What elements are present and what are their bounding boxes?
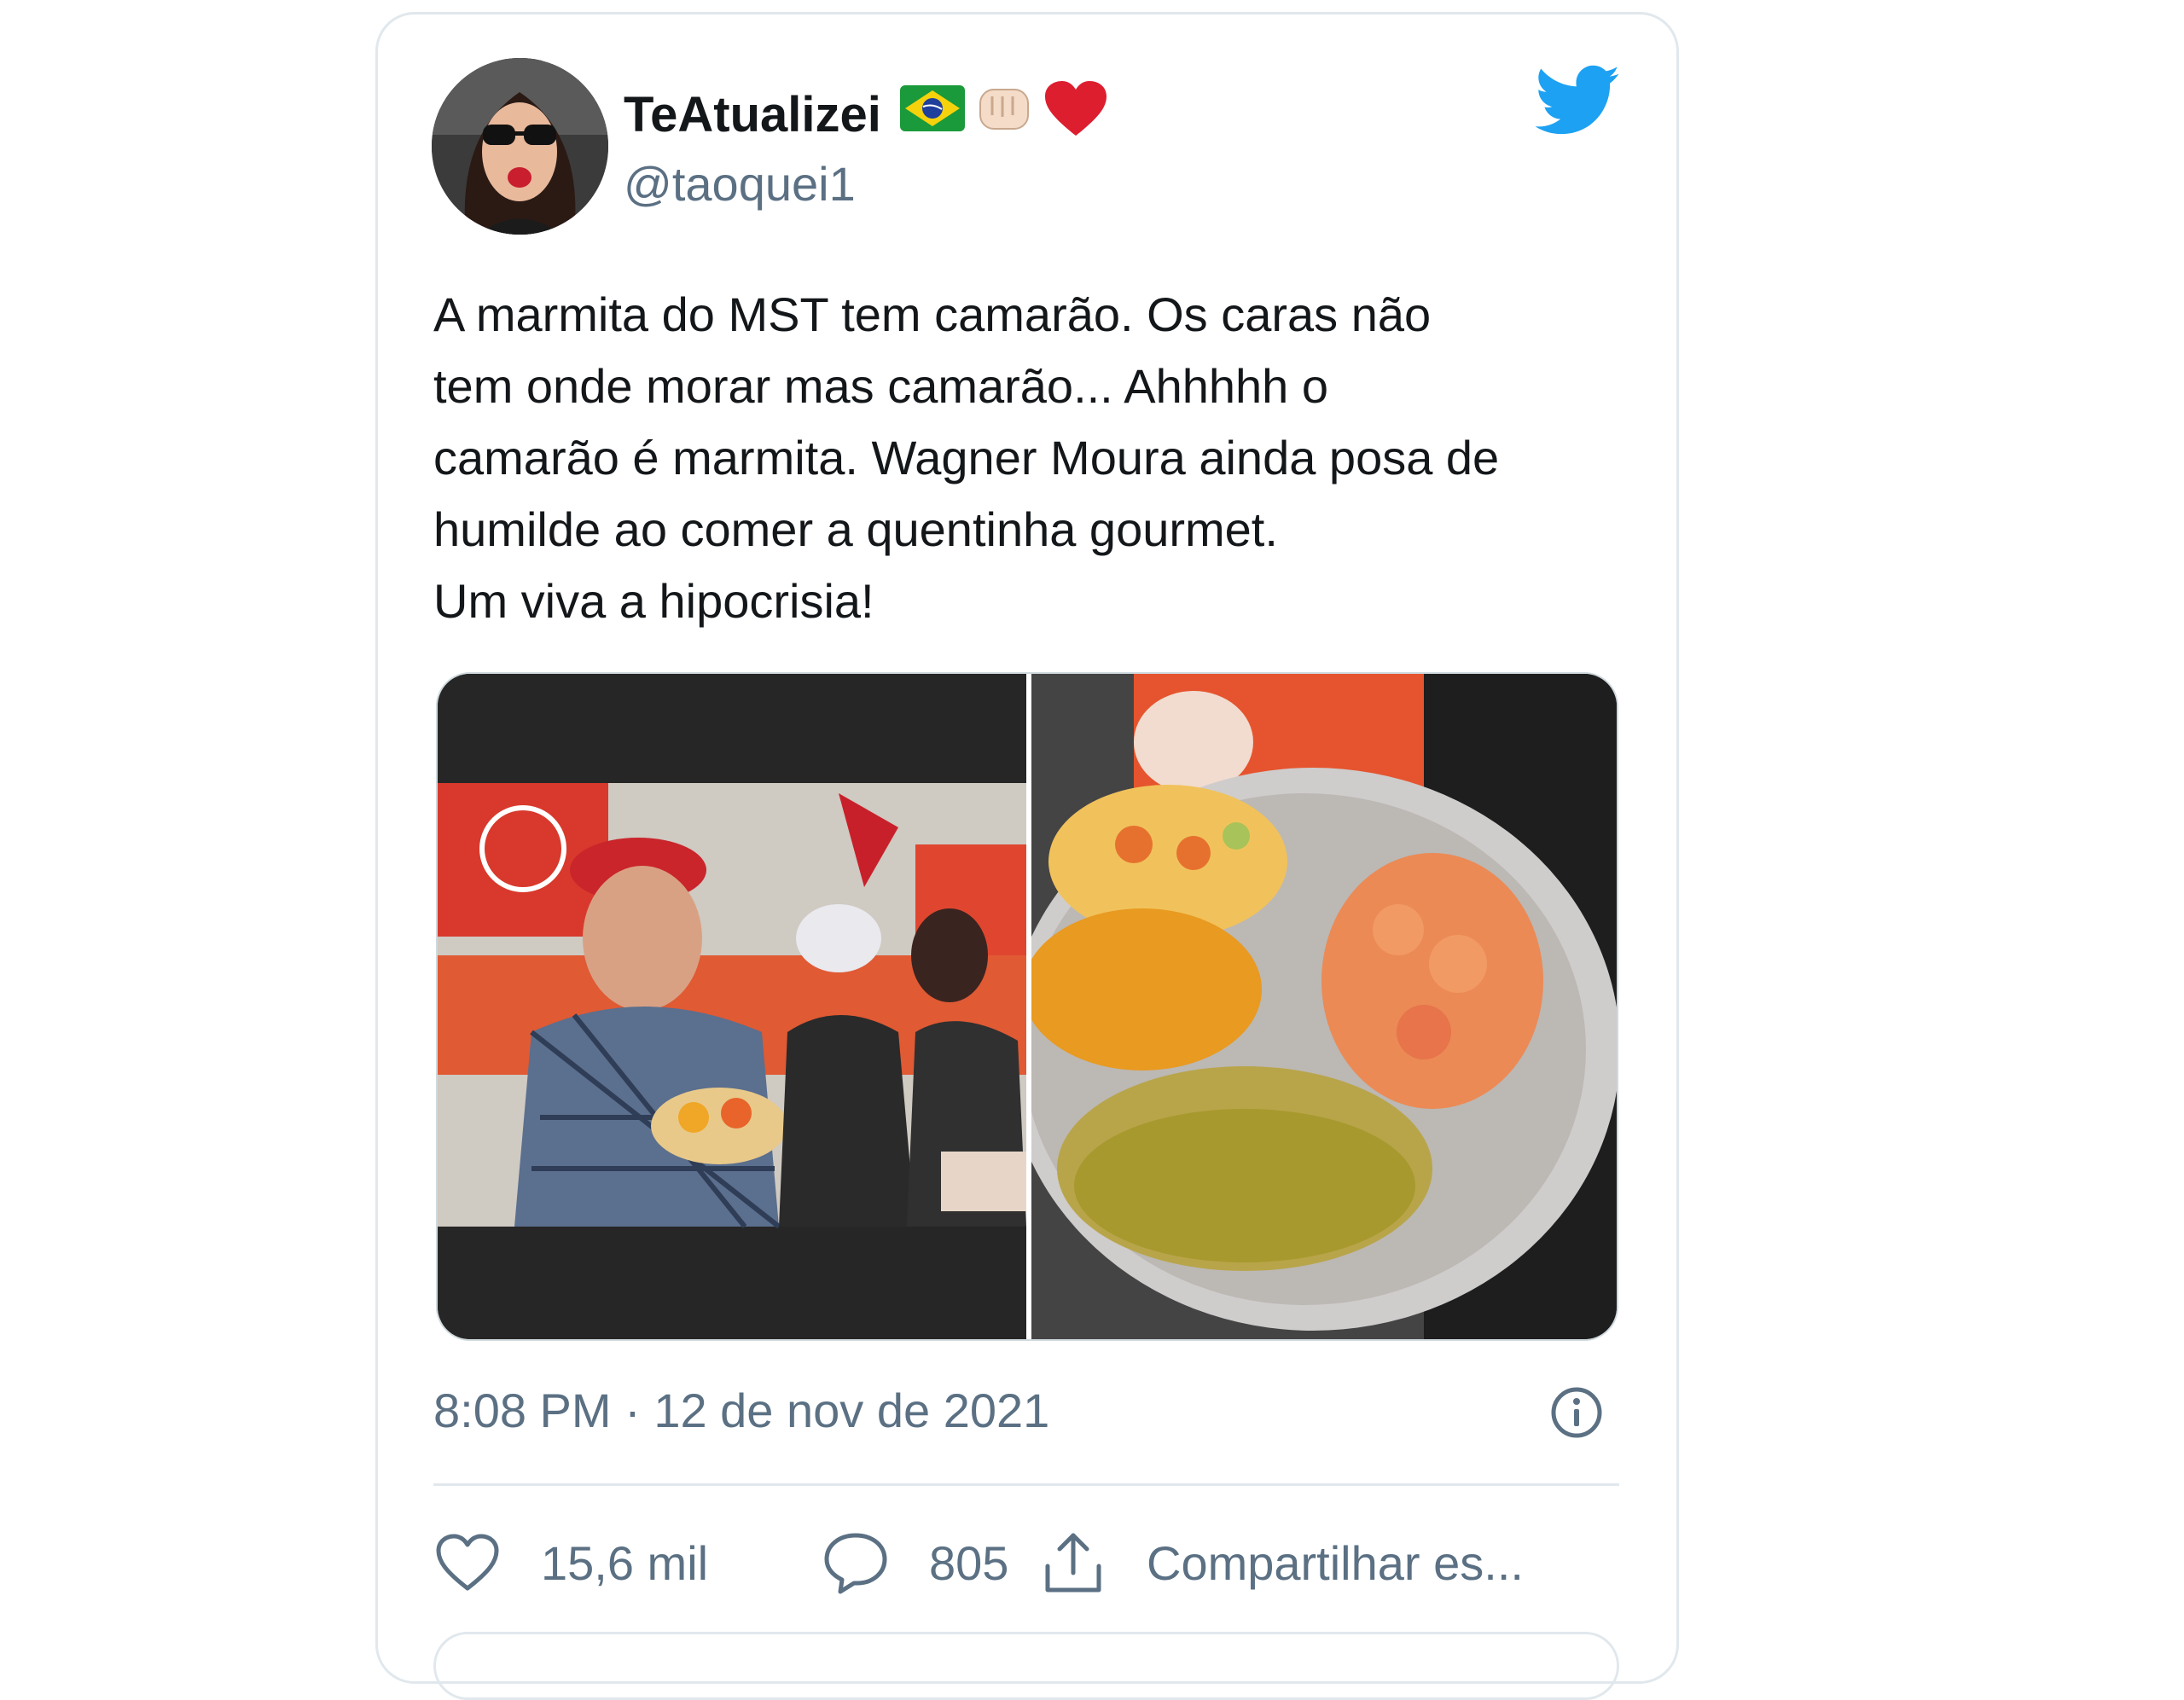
brazil-flag-icon [899,85,965,143]
media-photo-left[interactable] [438,674,1026,1339]
user-handle[interactable]: @taoquei1 [624,156,856,212]
like-count: 15,6 mil [541,1535,709,1590]
share-label: Compartilhar es... [1147,1535,1524,1590]
twitter-bird-icon[interactable] [1535,64,1621,137]
reply-button[interactable]: 805 [822,1524,1008,1601]
read-replies-button[interactable] [433,1632,1619,1700]
heart-icon [436,1534,499,1591]
tweet-text: A marmita do MST tem camarão. Os caras n… [433,279,1645,637]
info-icon[interactable] [1550,1386,1603,1439]
red-heart-icon [1043,79,1108,149]
tweet-text-line: humilde ao comer a quentinha gourmet. [433,502,1278,556]
raised-fist-icon [973,81,1035,148]
share-icon [1045,1533,1101,1593]
tweet-media[interactable] [436,672,1618,1341]
avatar[interactable] [432,58,608,235]
display-name-row[interactable]: TeAtualizei [624,79,1108,149]
tweet-text-line: A marmita do MST tem camarão. Os caras n… [433,287,1432,341]
divider [433,1483,1619,1486]
tweet-timestamp[interactable]: 8:08 PM · 12 de nov de 2021 [433,1383,1049,1438]
tweet-text-line: Um viva a hipocrisia! [433,574,874,628]
media-photo-right[interactable] [1006,674,1617,1339]
speech-bubble-icon [824,1533,887,1594]
tweet-text-line: camarão é marmita. Wagner Moura ainda po… [433,431,1500,484]
tweet-card: TeAtualizei @taoquei1 A marmita do MST t… [375,12,1679,1700]
tweet-text-line: tem onde morar mas camarão... Ahhhhh o [433,359,1328,413]
display-name[interactable]: TeAtualizei [624,86,881,143]
reply-count: 805 [929,1535,1009,1590]
share-button[interactable]: Compartilhar es... [1039,1524,1524,1601]
tweet-actions: 15,6 mil 805 Compartilhar es... [433,1524,1628,1601]
like-button[interactable]: 15,6 mil [433,1524,708,1601]
